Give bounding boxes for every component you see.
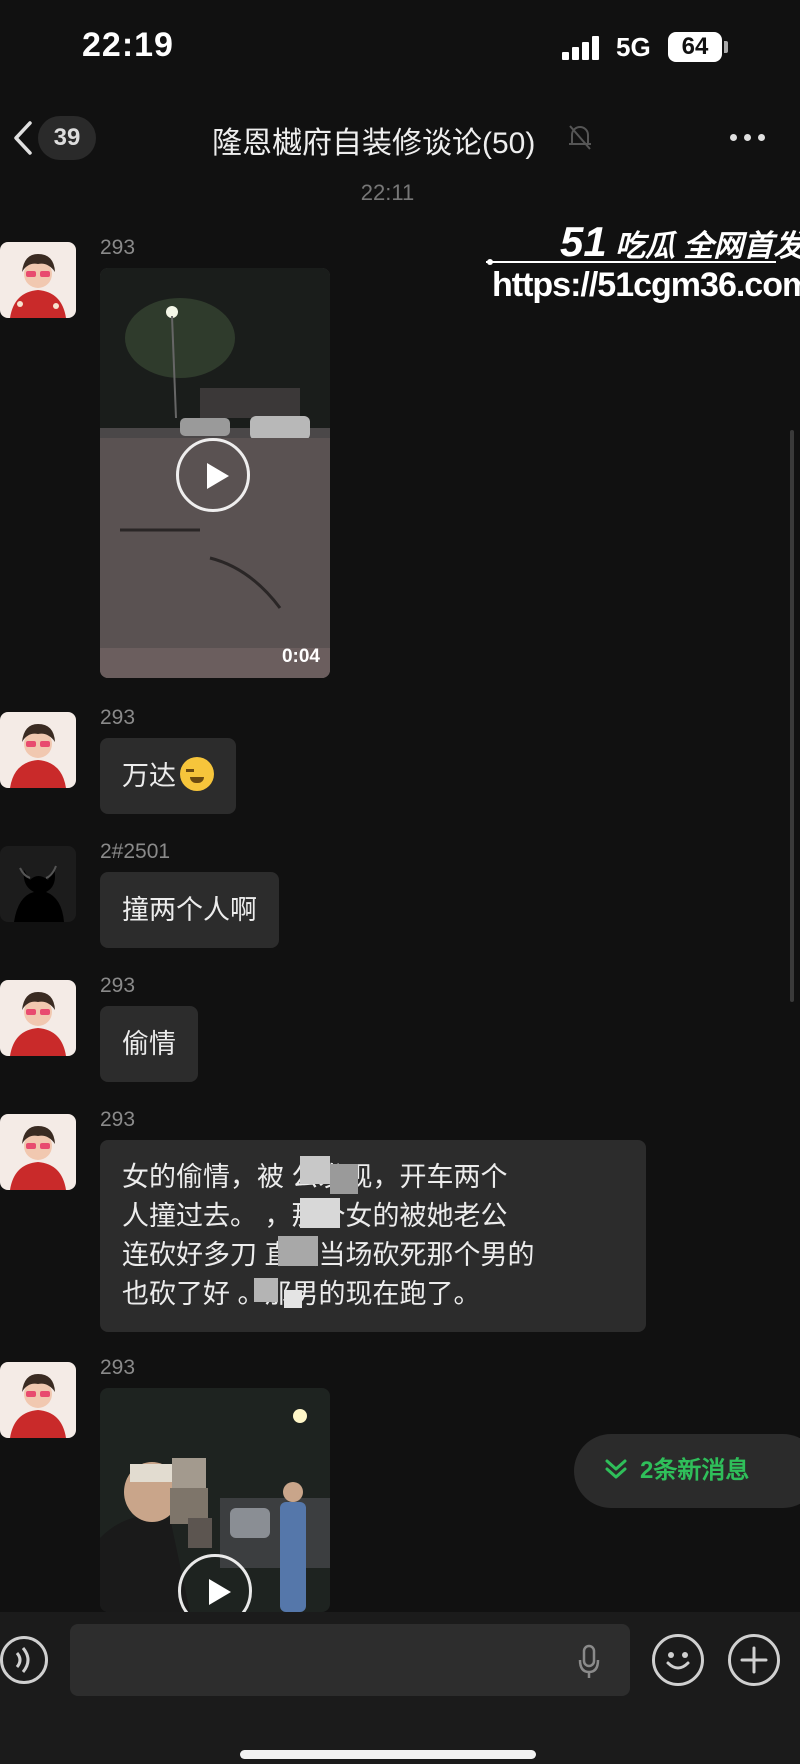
scrollbar[interactable] xyxy=(790,430,794,1002)
video-message[interactable] xyxy=(100,1388,330,1612)
pixelation-mask xyxy=(278,1236,318,1266)
home-indicator[interactable] xyxy=(240,1750,536,1759)
voice-waves-icon xyxy=(15,1647,30,1673)
message-input[interactable] xyxy=(70,1624,630,1696)
watermark-url: https://51cgm36.com xyxy=(492,266,800,304)
text-message[interactable]: 女的偷情，被 公发现，开车两个 人撞过去。 ，那个女的被她老公 连砍好多刀 直接… xyxy=(100,1140,646,1332)
battery-tip xyxy=(724,41,728,53)
pixelation-mask xyxy=(300,1156,330,1184)
unread-count-badge[interactable]: 39 xyxy=(38,116,96,160)
message-timestamp: 22:11 xyxy=(360,180,415,205)
more-dots-icon[interactable] xyxy=(730,132,770,144)
play-icon[interactable] xyxy=(176,438,250,512)
avatar-293[interactable] xyxy=(0,1114,76,1190)
status-time: 22:19 xyxy=(82,26,174,64)
avatar-293[interactable] xyxy=(0,1362,76,1438)
avatar-293[interactable] xyxy=(0,242,76,318)
watermark-rule xyxy=(486,259,776,265)
back-chevron-icon[interactable] xyxy=(8,120,38,156)
voice-mode-button[interactable] xyxy=(0,1636,48,1684)
emoji-button[interactable] xyxy=(652,1634,704,1686)
sender-name: 2#2501 xyxy=(100,840,171,863)
plus-icon xyxy=(740,1646,768,1674)
new-messages-button[interactable]: 2条新消息 xyxy=(574,1434,800,1508)
battery-icon: 64 xyxy=(668,32,722,62)
message-line: 人撞过去。 ，那个女的被她老公 xyxy=(122,1201,508,1231)
avatar-2501[interactable] xyxy=(0,846,76,922)
sender-name: 293 xyxy=(100,1356,136,1379)
message-text: 万达 xyxy=(122,761,176,791)
avatar-293[interactable] xyxy=(0,980,76,1056)
sender-name: 293 xyxy=(100,1108,136,1131)
crying-laughing-emoji-icon xyxy=(180,757,214,791)
chat-title[interactable]: 隆恩樾府自装修谈论(50) xyxy=(212,118,535,162)
text-message[interactable]: 偷情 xyxy=(100,1006,198,1082)
video-message[interactable]: 0:04 xyxy=(100,268,330,678)
double-chevron-down-icon xyxy=(605,1459,627,1479)
message-text: 撞两个人啊 xyxy=(122,895,257,925)
more-actions-button[interactable] xyxy=(728,1634,780,1686)
avatar-293[interactable] xyxy=(0,712,76,788)
text-message[interactable]: 万达 xyxy=(100,738,236,814)
video-duration: 0:04 xyxy=(281,646,320,667)
sender-name: 293 xyxy=(100,236,136,259)
pixelation-mask xyxy=(330,1164,358,1194)
sender-name: 293 xyxy=(100,974,136,997)
network-label: 5G xyxy=(616,32,651,62)
text-message[interactable]: 撞两个人啊 xyxy=(100,872,279,948)
message-text: 偷情 xyxy=(122,1029,176,1059)
sender-name: 293 xyxy=(100,706,136,729)
mute-bell-icon xyxy=(569,125,591,150)
pixelation-mask xyxy=(254,1278,278,1302)
message-line: 女的偷情，被 公发现，开车两个 xyxy=(122,1162,508,1192)
pixelation-mask xyxy=(300,1198,340,1228)
message-line: 也砍了好 。那男的现在跑了。 xyxy=(122,1279,481,1309)
microphone-icon[interactable] xyxy=(578,1644,600,1680)
smiley-icon xyxy=(666,1652,690,1670)
new-messages-label: 2条新消息 xyxy=(640,1457,750,1484)
message-line: 连砍好多刀 直接当场砍死那个男的 xyxy=(122,1240,535,1270)
signal-icon xyxy=(562,36,602,60)
pixelation-mask xyxy=(284,1290,302,1308)
